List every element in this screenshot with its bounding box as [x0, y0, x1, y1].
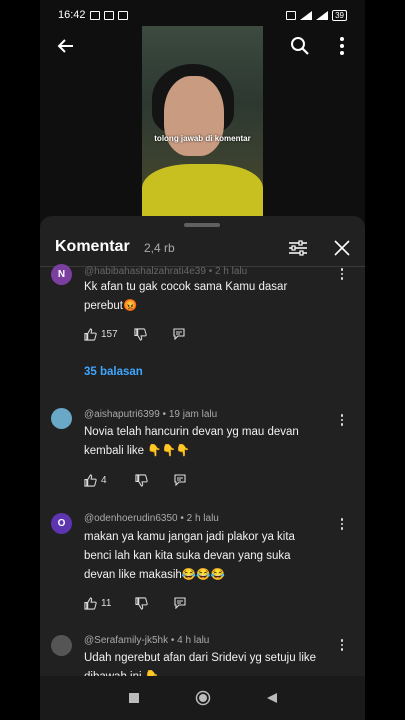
reply-icon — [174, 597, 186, 609]
comment-author[interactable]: @habibahashalzahrati4e39 • 2 h lalu — [84, 266, 247, 277]
alarm-icon — [286, 10, 297, 20]
like-button[interactable]: 11 — [84, 596, 112, 610]
search-icon — [291, 37, 309, 55]
search-button[interactable] — [288, 34, 312, 58]
video-frame-face — [164, 76, 224, 156]
thumbs-up-icon — [84, 473, 97, 487]
reply-button[interactable] — [174, 474, 186, 486]
video-caption: tolong jawab di komentar — [154, 134, 251, 143]
comment-menu-button[interactable] — [336, 266, 348, 282]
drag-handle[interactable] — [184, 223, 220, 227]
signal-icon — [316, 10, 329, 20]
signal-icon — [300, 10, 313, 20]
mail-notification-icon — [117, 10, 128, 20]
dislike-button[interactable] — [134, 327, 147, 341]
back-arrow-icon — [57, 39, 73, 53]
avatar[interactable]: O — [51, 513, 72, 534]
video-notification-icon — [103, 10, 114, 20]
like-button[interactable]: 4 — [84, 473, 107, 487]
reply-icon — [174, 474, 186, 486]
thumbs-down-icon — [134, 473, 148, 487]
comments-count: 2,4 rb — [144, 241, 175, 255]
comment-text: Novia telah hancurin devan yg mau devan … — [84, 426, 299, 457]
comments-sheet: Komentar 2,4 rb N @habibahashalzahrati4e… — [40, 216, 365, 720]
view-replies-link[interactable]: 35 balasan — [84, 366, 143, 378]
like-count: 157 — [101, 328, 118, 340]
back-nav-icon[interactable] — [266, 692, 278, 704]
recent-apps-icon[interactable] — [128, 692, 140, 704]
system-nav-bar — [40, 676, 365, 720]
thumbs-down-icon — [135, 596, 149, 610]
avatar-letter: N — [57, 269, 66, 280]
filter-button[interactable] — [286, 236, 310, 260]
comment-author[interactable]: @odenhoerudin6350 • 2 h lalu — [84, 513, 219, 524]
comment-author[interactable]: @aishaputri6399 • 19 jam lalu — [84, 409, 217, 420]
avatar[interactable] — [51, 408, 72, 429]
thumbs-up-icon — [84, 596, 97, 610]
battery-icon: 39 — [332, 9, 347, 21]
like-count: 4 — [101, 474, 107, 486]
reply-icon — [173, 328, 185, 340]
thumbs-up-icon — [84, 327, 97, 341]
image-notification-icon — [89, 10, 100, 20]
avatar-letter: O — [57, 518, 66, 529]
avatar[interactable] — [51, 635, 72, 656]
phone-screen: 16:42 39 tolong jawab di komentar Koment… — [40, 0, 365, 720]
status-time: 16:42 — [58, 9, 86, 21]
like-button[interactable]: 157 — [84, 327, 118, 341]
more-options-button[interactable] — [330, 34, 354, 58]
comment-menu-button[interactable] — [336, 637, 348, 653]
comments-title: Komentar — [55, 238, 130, 255]
thumbs-down-icon — [134, 327, 147, 341]
comment-actions: 4 — [84, 472, 186, 488]
comment-menu-button[interactable] — [336, 516, 348, 532]
avatar[interactable]: N — [51, 264, 72, 285]
comment-text: makan ya kamu jangan jadi plakor ya kita… — [84, 531, 295, 581]
comment-text: Kk afan tu gak cocok sama Kamu dasar per… — [84, 281, 288, 312]
reply-button[interactable] — [174, 597, 186, 609]
dislike-button[interactable] — [135, 596, 149, 610]
comment-author[interactable]: @Serafamily-jk5hk • 4 h lalu — [84, 635, 209, 646]
reply-button[interactable] — [173, 328, 185, 340]
dislike-button[interactable] — [134, 473, 148, 487]
more-vert-icon — [340, 37, 344, 55]
comment-actions: 11 — [84, 595, 186, 611]
back-button[interactable] — [54, 34, 78, 58]
video-player[interactable]: tolong jawab di komentar — [142, 26, 263, 216]
comment-actions: 157 — [84, 326, 185, 342]
sliders-icon — [289, 240, 307, 256]
home-icon[interactable] — [195, 690, 211, 706]
like-count: 11 — [101, 597, 112, 609]
video-frame-shirt — [142, 164, 263, 216]
close-icon — [334, 240, 350, 256]
close-button[interactable] — [330, 236, 354, 260]
comment-menu-button[interactable] — [336, 412, 348, 428]
